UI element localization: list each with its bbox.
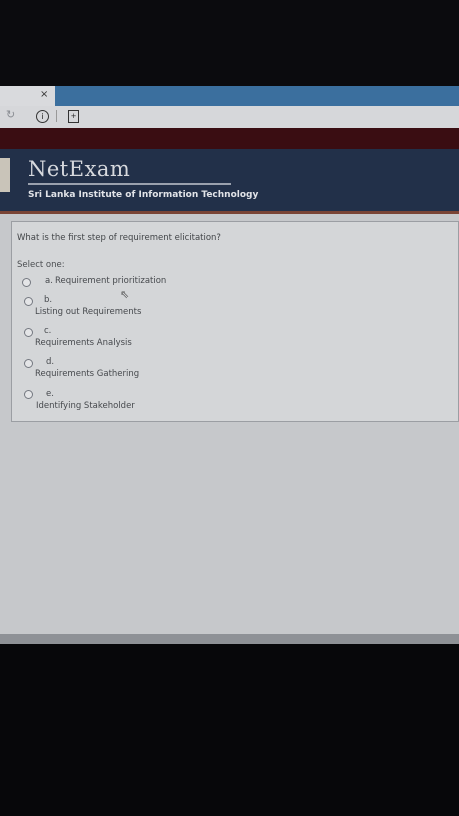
select-one-label: Select one: (17, 260, 65, 270)
bottom-dark-area (0, 644, 459, 816)
monitor-bezel (0, 634, 459, 644)
option-c-letter[interactable]: c. (44, 326, 51, 336)
brand-title: NetExam (28, 157, 131, 181)
question-card (11, 221, 459, 422)
option-d-radio[interactable] (24, 359, 33, 368)
option-b-letter[interactable]: b. (44, 295, 52, 305)
option-b-text[interactable]: Listing out Requirements (35, 307, 141, 317)
top-dark-area (0, 0, 459, 86)
option-a-letter[interactable]: a. (45, 276, 53, 286)
option-e-text[interactable]: Identifying Stakeholder (36, 401, 135, 411)
option-b-radio[interactable] (24, 297, 33, 306)
option-a-radio[interactable] (22, 278, 31, 287)
option-e-letter[interactable]: e. (46, 389, 54, 399)
toolbar-band (0, 128, 459, 149)
option-d-letter[interactable]: d. (46, 357, 54, 367)
mouse-cursor-icon: ⇖ (120, 288, 130, 301)
brand-underline (28, 183, 231, 185)
option-d-text[interactable]: Requirements Gathering (35, 369, 139, 379)
option-a-text[interactable]: Requirement prioritization (55, 276, 166, 286)
browser-tab-active[interactable] (55, 86, 459, 106)
document-icon[interactable]: + (68, 110, 79, 123)
info-icon[interactable]: i (36, 110, 49, 123)
divider (56, 110, 57, 122)
reload-icon[interactable]: ↻ (6, 108, 15, 121)
option-c-radio[interactable] (24, 328, 33, 337)
question-text: What is the first step of requirement el… (17, 233, 221, 243)
logo-icon (0, 158, 10, 192)
option-e-radio[interactable] (24, 390, 33, 399)
close-icon[interactable]: × (40, 86, 48, 104)
institute-name: Sri Lanka Institute of Information Techn… (28, 190, 259, 200)
option-c-text[interactable]: Requirements Analysis (35, 338, 132, 348)
